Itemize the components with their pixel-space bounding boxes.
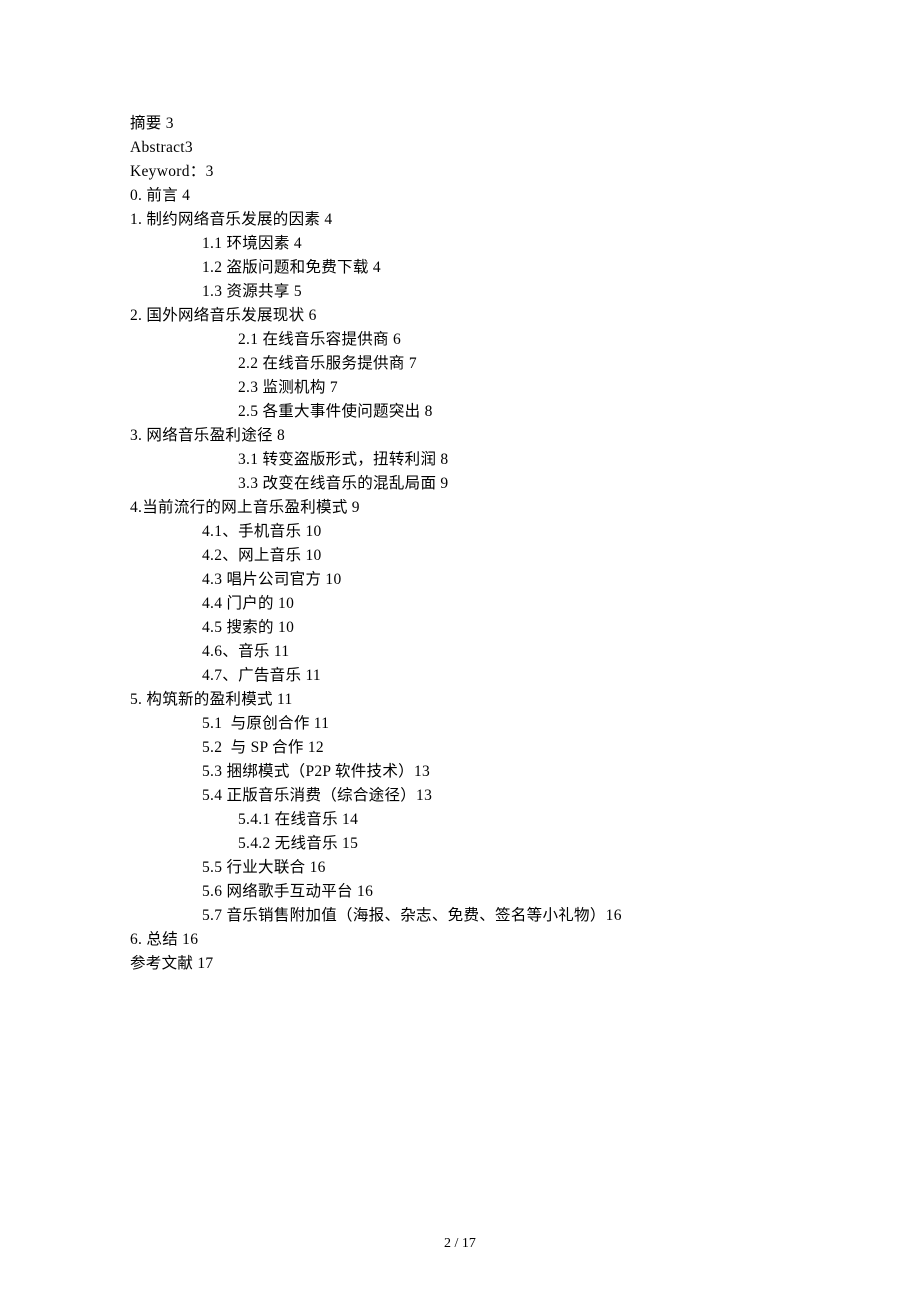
toc-section-6: 6. 总结 16 [130, 928, 790, 952]
toc-section-3-3: 3.3 改变在线音乐的混乱局面 9 [130, 472, 790, 496]
toc-section-1-2: 1.2 盗版问题和免费下载 4 [130, 256, 790, 280]
toc-section-3-1: 3.1 转变盗版形式，扭转利润 8 [130, 448, 790, 472]
toc-section-1-3: 1.3 资源共享 5 [130, 280, 790, 304]
toc-section-5-6: 5.6 网络歌手互动平台 16 [130, 880, 790, 904]
page-number: 2 / 17 [0, 1236, 920, 1252]
toc-section-4-7: 4.7、广告音乐 11 [130, 664, 790, 688]
toc-preface: 0. 前言 4 [130, 184, 790, 208]
toc-section-3: 3. 网络音乐盈利途径 8 [130, 424, 790, 448]
toc-section-1-1: 1.1 环境因素 4 [130, 232, 790, 256]
toc-section-4-4: 4.4 门户的 10 [130, 592, 790, 616]
toc-section-2-5: 2.5 各重大事件使问题突出 8 [130, 400, 790, 424]
toc-section-4-1: 4.1、手机音乐 10 [130, 520, 790, 544]
toc-section-5: 5. 构筑新的盈利模式 11 [130, 688, 790, 712]
toc-section-4-5: 4.5 搜索的 10 [130, 616, 790, 640]
toc-section-5-4: 5.4 正版音乐消费（综合途径）13 [130, 784, 790, 808]
toc-section-5-3: 5.3 捆绑模式（P2P 软件技术）13 [130, 760, 790, 784]
toc-section-2: 2. 国外网络音乐发展现状 6 [130, 304, 790, 328]
document-page: 摘要 3 Abstract3 Keyword：3 0. 前言 4 1. 制约网络… [0, 0, 920, 976]
toc-section-2-1: 2.1 在线音乐容提供商 6 [130, 328, 790, 352]
toc-section-2-2: 2.2 在线音乐服务提供商 7 [130, 352, 790, 376]
toc-abstract-zh: 摘要 3 [130, 112, 790, 136]
toc-section-5-5: 5.5 行业大联合 16 [130, 856, 790, 880]
toc-section-4-6: 4.6、音乐 11 [130, 640, 790, 664]
toc-section-5-7: 5.7 音乐销售附加值（海报、杂志、免费、签名等小礼物）16 [130, 904, 790, 928]
toc-references: 参考文献 17 [130, 952, 790, 976]
toc-section-4: 4.当前流行的网上音乐盈利模式 9 [130, 496, 790, 520]
toc-section-4-2: 4.2、网上音乐 10 [130, 544, 790, 568]
toc-section-5-4-1: 5.4.1 在线音乐 14 [130, 808, 790, 832]
toc-section-4-3: 4.3 唱片公司官方 10 [130, 568, 790, 592]
toc-section-5-4-2: 5.4.2 无线音乐 15 [130, 832, 790, 856]
toc-section-1: 1. 制约网络音乐发展的因素 4 [130, 208, 790, 232]
toc-keyword: Keyword：3 [130, 160, 790, 184]
toc-section-5-2: 5.2 与 SP 合作 12 [130, 736, 790, 760]
toc-section-5-1: 5.1 与原创合作 11 [130, 712, 790, 736]
toc-section-2-3: 2.3 监测机构 7 [130, 376, 790, 400]
toc-abstract-en: Abstract3 [130, 136, 790, 160]
